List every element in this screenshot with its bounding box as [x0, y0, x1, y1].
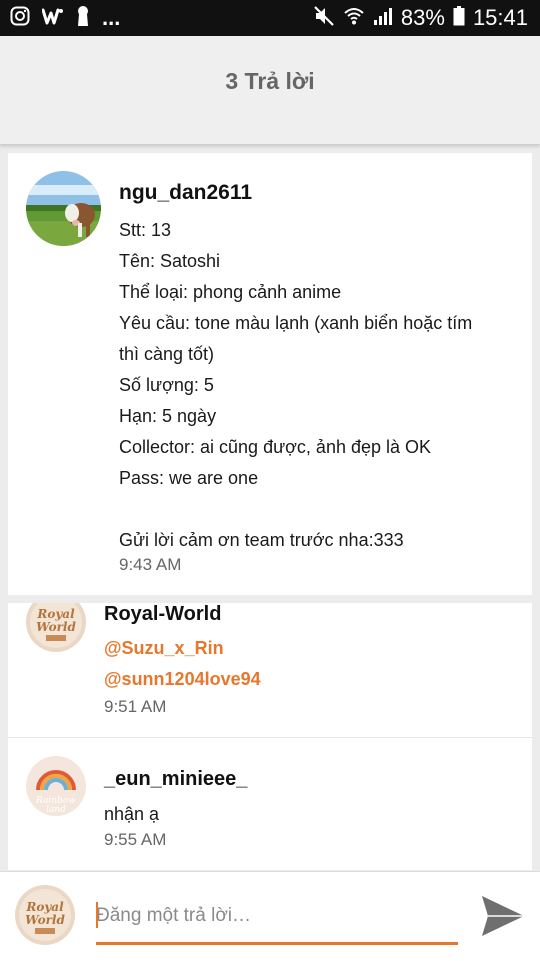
status-bar: ... 83% 15:41 — [0, 0, 540, 36]
clock: 15:41 — [472, 5, 528, 30]
post-line: Yêu cầu: tone màu lạnh (xanh biển hoặc t… — [119, 313, 473, 333]
post-line: Hạn: 5 ngày — [119, 406, 217, 426]
reply-composer: Royal World — [0, 871, 540, 961]
logo-text: World — [36, 620, 76, 634]
post-line: Stt: 13 — [119, 220, 172, 240]
post-line: Tên: Satoshi — [119, 251, 221, 271]
reply-item: Rainbow land _eun_minieee_ nhận ạ 9:55 A… — [8, 738, 532, 870]
mention-link[interactable]: @Suzu_x_Rin — [104, 638, 224, 659]
reply-input[interactable] — [96, 896, 458, 936]
logo-text: World — [25, 913, 65, 927]
wifi-icon — [343, 6, 365, 31]
system-icons: 83% 15:41 — [313, 5, 528, 32]
battery-percent: 83% — [400, 5, 445, 30]
mention-link[interactable]: @sunn1204love94 — [104, 669, 261, 690]
post-body: Stt: 13 Tên: Satoshi Thể loại: phong cản… — [119, 215, 519, 556]
logo-text: land — [46, 805, 66, 815]
reply-item: Royal World Royal-World @Suzu_x_Rin @sun… — [8, 603, 532, 738]
logo-text: Royal — [25, 900, 64, 914]
text-caret — [96, 902, 98, 928]
original-post: ngu_dan2611 Stt: 13 Tên: Satoshi Thể loạ… — [8, 153, 532, 595]
reply-username[interactable]: _eun_minieee_ — [104, 768, 247, 791]
reply-timestamp: 9:51 AM — [104, 697, 167, 716]
send-icon — [482, 896, 524, 936]
signal-icon — [373, 6, 393, 31]
battery-icon — [453, 5, 465, 31]
instagram-icon — [10, 6, 30, 31]
post-line: Pass: we are one — [119, 468, 259, 488]
post-blank-line — [119, 494, 519, 525]
user-avatar[interactable] — [26, 171, 101, 246]
logo-text: Royal — [36, 607, 75, 621]
post-timestamp: 9:43 AM — [119, 555, 182, 574]
reply-input-wrapper — [96, 896, 458, 945]
post-line: thì càng tốt) — [119, 344, 215, 364]
post-line: Collector: ai cũng được, ảnh đẹp là OK — [119, 437, 432, 457]
post-username[interactable]: ngu_dan2611 — [119, 181, 252, 205]
my-avatar: Royal World — [15, 885, 75, 945]
reply-text: nhận ạ — [104, 804, 160, 824]
send-button[interactable] — [480, 894, 526, 938]
reply-username[interactable]: Royal-World — [104, 603, 221, 626]
more-notifications: ... — [102, 5, 121, 30]
app-header: 3 Trả lời — [0, 36, 540, 145]
notification-icons: ... — [10, 5, 121, 32]
wattpad-icon — [41, 6, 64, 31]
reply-avatar[interactable]: Royal World — [26, 603, 86, 652]
post-line: Thể loại: phong cảnh anime — [119, 282, 342, 302]
reply-timestamp: 9:55 AM — [104, 830, 167, 849]
post-line: Gửi lời cảm ơn team trước nha:333 — [119, 530, 404, 550]
keyhole-icon — [76, 5, 90, 32]
reply-avatar[interactable]: Rainbow land — [26, 756, 86, 816]
post-line: Số lượng: 5 — [119, 375, 214, 395]
page-title: 3 Trả lời — [225, 68, 315, 94]
mute-icon — [313, 5, 335, 32]
